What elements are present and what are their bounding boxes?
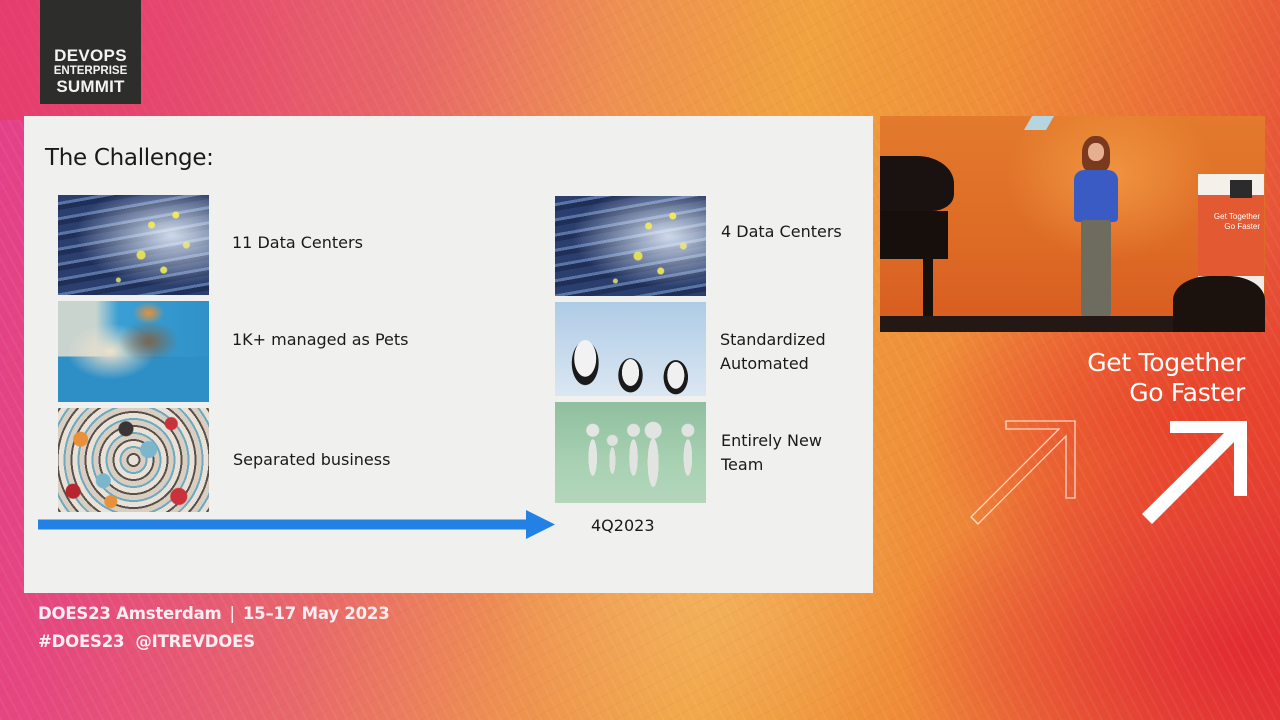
event-line-1: DOES23 Amsterdam | 15–17 May 2023: [38, 600, 390, 628]
event-info: DOES23 Amsterdam | 15–17 May 2023 #DOES23 …: [38, 600, 390, 656]
dog-and-cat-image: [58, 301, 209, 402]
slide-title: The Challenge:: [45, 145, 214, 171]
audience-silhouette: [1173, 276, 1265, 332]
event-line-2: #DOES23 @ITREVDOES: [38, 628, 389, 656]
event-dates: 15–17 May 2023: [242, 604, 390, 623]
devops-enterprise-summit-logo: DEVOPS ENTERPRISE SUMMIT: [40, 0, 141, 104]
after-caption-team: Entirely New Team: [721, 429, 822, 477]
timeline-arrow-shaft: [38, 519, 528, 530]
logo-line-3: SUMMIT: [56, 77, 125, 96]
banner-text-line-1: Get Together: [1213, 212, 1260, 221]
tagline-line-2: Go Faster: [1129, 378, 1245, 407]
piano-base: [880, 211, 948, 259]
speaker-video-feed: Get Together Go Faster: [880, 116, 1265, 332]
before-caption-pets: 1K+ managed as Pets: [232, 330, 409, 349]
background-glow: [0, 0, 1280, 120]
server-racks-image-after: [555, 196, 706, 296]
before-caption-data-centers: 11 Data Centers: [232, 233, 363, 252]
tagline: Get Together Go Faster: [1040, 348, 1245, 408]
before-caption-business: Separated business: [233, 450, 391, 469]
after-caption-data-centers-line: 4 Data Centers: [721, 222, 842, 241]
figurines-crowd-image: [58, 408, 209, 512]
speaker-figure: [1067, 136, 1127, 326]
speaker-pants: [1081, 220, 1111, 316]
server-racks-image: [58, 195, 209, 295]
piano-icon: [880, 156, 954, 211]
speaker-shirt: [1074, 170, 1118, 222]
event-name: DOES23 Amsterdam: [38, 604, 222, 623]
presentation-slide: The Challenge: 11 Data Centers 1K+ manag…: [24, 116, 873, 593]
event-handle: @ITREVDOES: [135, 632, 255, 651]
outline-arrow-icon: [970, 420, 1076, 525]
logo-line-1: DEVOPS: [54, 45, 127, 65]
banner-logo: [1230, 180, 1252, 198]
stage-light-accent: [1023, 116, 1055, 130]
banner-text: Get Together Go Faster: [1202, 212, 1260, 232]
logo-line-2: ENTERPRISE: [53, 64, 128, 77]
timeline-end-label: 4Q2023: [591, 516, 655, 535]
paper-team-image: [555, 402, 706, 503]
up-right-arrow-icon: [1142, 421, 1247, 524]
speaker-face: [1088, 143, 1104, 161]
banner-text-line-2: Go Faster: [1224, 222, 1260, 231]
after-caption-line-2: Team: [721, 455, 764, 474]
after-caption-line-1: Entirely New: [721, 431, 822, 450]
event-hashtag: #DOES23: [38, 632, 125, 651]
piano-leg: [923, 256, 933, 321]
cows-image: [555, 302, 706, 396]
timeline-arrow-head: [526, 510, 555, 539]
event-separator: |: [229, 604, 236, 623]
tagline-line-1: Get Together: [1087, 348, 1245, 377]
after-caption-data-centers: 4 Data Centers: [721, 220, 842, 244]
after-caption-standardized: Standardized Automated: [720, 328, 826, 376]
after-caption-line-1: Standardized: [720, 330, 826, 349]
after-caption-line-2: Automated: [720, 354, 809, 373]
right-arrow-icon: [38, 510, 555, 539]
